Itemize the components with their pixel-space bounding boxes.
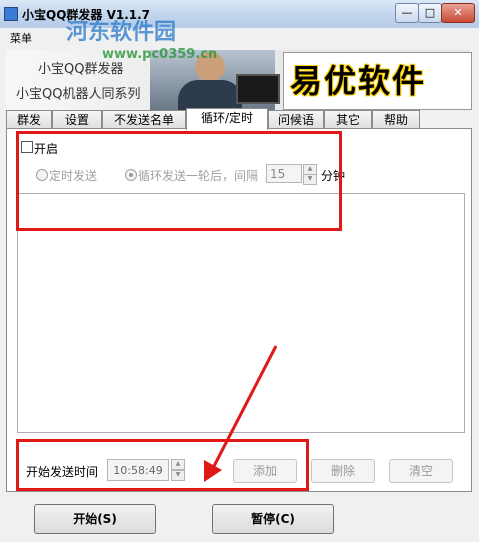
tab-loop-timer[interactable]: 循环/定时	[186, 108, 268, 130]
annotation-arrow-icon	[210, 345, 278, 471]
annotation-arrow-layer	[204, 345, 278, 482]
annotation-arrowhead-icon	[204, 460, 222, 482]
